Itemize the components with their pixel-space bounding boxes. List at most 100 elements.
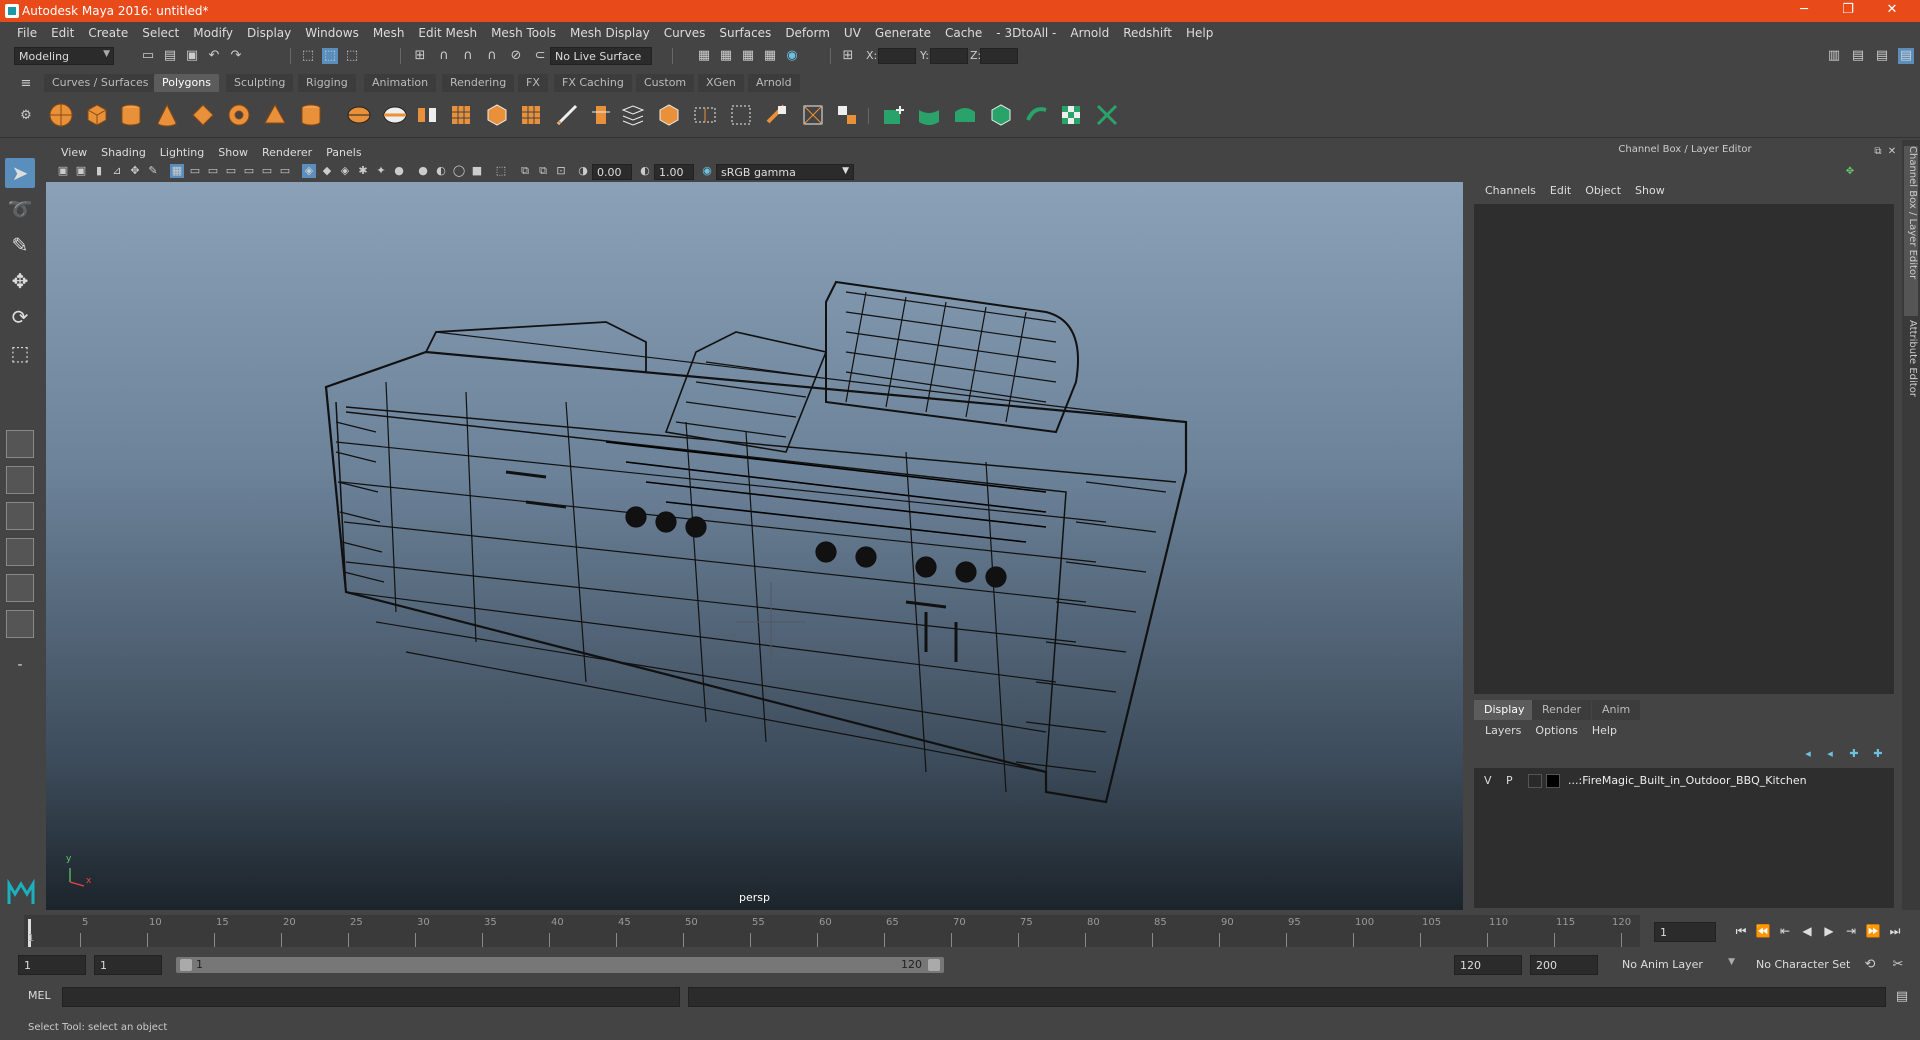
new-empty-layer-icon[interactable]: ✚ — [1846, 746, 1862, 762]
minimize-button[interactable]: ─ — [1782, 0, 1826, 22]
move-layer-up-icon[interactable]: ◂ — [1800, 746, 1816, 762]
playback-start-field[interactable]: 1 — [94, 955, 162, 975]
menu-help[interactable]: Help — [1179, 26, 1220, 40]
select-component-icon[interactable]: ⬚ — [344, 48, 360, 64]
snap-view-icon[interactable]: ∩ — [484, 48, 500, 64]
move-layer-down-icon[interactable]: ◂ — [1822, 746, 1838, 762]
poly-sphere-icon[interactable] — [48, 102, 74, 128]
hypershade-layout-icon[interactable] — [6, 610, 34, 638]
perspective-viewport[interactable]: y x persp — [46, 182, 1463, 910]
tab-animation[interactable]: Animation — [364, 74, 437, 92]
motion-blur-icon[interactable]: ◐ — [434, 164, 448, 178]
exposure-icon[interactable]: ◑ — [576, 164, 590, 178]
gate-mask-icon[interactable]: ▭ — [224, 164, 238, 178]
append-icon[interactable] — [692, 102, 718, 128]
menu-3dtoall[interactable]: - 3DtoAll - — [989, 26, 1063, 40]
color-space-dropdown[interactable]: sRGB gamma ▼ — [716, 164, 854, 180]
poly-cone-icon[interactable] — [154, 102, 180, 128]
menu-cache[interactable]: Cache — [938, 26, 989, 40]
character-set-dropdown[interactable]: No Character Set — [1752, 956, 1876, 974]
step-forward-key-icon[interactable]: ⇥ — [1842, 922, 1860, 940]
poly-plane-icon[interactable] — [190, 102, 216, 128]
grease-pencil-icon[interactable]: ✎ — [146, 164, 160, 178]
range-slider[interactable]: 1 120 — [176, 957, 944, 973]
menu-generate[interactable]: Generate — [868, 26, 938, 40]
safe-title-icon[interactable]: ▭ — [278, 164, 292, 178]
graph-layout-icon[interactable] — [6, 574, 34, 602]
layer-menu-help[interactable]: Help — [1585, 724, 1624, 742]
film-gate-icon[interactable]: ▭ — [188, 164, 202, 178]
channel-box-menu-edit[interactable]: Edit — [1543, 184, 1578, 202]
move-tool-icon[interactable]: ✥ — [5, 266, 35, 296]
close-panel-icon[interactable]: ✕ — [1884, 144, 1900, 160]
collapse-icon[interactable] — [834, 102, 860, 128]
menu-edit[interactable]: Edit — [44, 26, 81, 40]
auto-key-icon[interactable]: ⟲ — [1862, 957, 1878, 973]
menu-windows[interactable]: Windows — [298, 26, 366, 40]
single-pane-layout-icon[interactable] — [6, 430, 34, 458]
step-back-icon[interactable]: ⏪ — [1754, 922, 1772, 940]
anim-layer-dropdown[interactable]: No Anim Layer ▼ — [1618, 956, 1738, 974]
boolean-icon[interactable] — [518, 102, 544, 128]
tab-arnold[interactable]: Arnold — [748, 74, 800, 92]
save-scene-icon[interactable]: ▣ — [184, 48, 200, 64]
menu-mesh-display[interactable]: Mesh Display — [563, 26, 657, 40]
tab-sculpting[interactable]: Sculpting — [226, 74, 294, 92]
magnet-icon[interactable]: ⊂ — [532, 48, 548, 64]
grid-icon[interactable]: ▦ — [170, 164, 184, 178]
wireframe-on-shaded-icon[interactable]: ◈ — [338, 164, 352, 178]
extrude-icon[interactable] — [588, 102, 614, 128]
image-plane-icon[interactable]: ⊿ — [110, 164, 124, 178]
extract-icon[interactable] — [414, 102, 440, 128]
command-language-label[interactable]: MEL — [28, 989, 51, 1002]
viewport-menu-panels[interactable]: Panels — [319, 146, 368, 159]
channel-box-menu-channels[interactable]: Channels — [1478, 184, 1543, 202]
new-scene-icon[interactable]: ▭ — [140, 48, 156, 64]
script-editor-icon[interactable]: ▤ — [1894, 989, 1910, 1005]
bookmark-icon[interactable]: ▮ — [92, 164, 106, 178]
command-input[interactable] — [62, 987, 680, 1007]
tab-render[interactable]: Render — [1532, 700, 1592, 720]
shadows-icon[interactable]: ● — [392, 164, 406, 178]
channel-box-icon[interactable]: ▤ — [1898, 48, 1914, 64]
redo-icon[interactable]: ↷ — [228, 48, 244, 64]
play-backwards-icon[interactable]: ◀ — [1798, 922, 1816, 940]
lasso-tool-icon[interactable]: ➰ — [5, 194, 35, 224]
anti-aliasing-icon[interactable]: ◯ — [452, 164, 466, 178]
depth-of-field-icon[interactable]: ■ — [470, 164, 484, 178]
select-object-icon[interactable]: ⬚ — [322, 48, 338, 64]
render-view-icon[interactable]: ▦ — [696, 48, 712, 64]
manipulator-icon[interactable]: ✥ — [1842, 164, 1858, 180]
scale-tool-icon[interactable]: ⬚ — [5, 338, 35, 368]
combine-icon[interactable] — [346, 102, 372, 128]
gamma-field[interactable]: 1.00 — [654, 164, 694, 180]
menu-modify[interactable]: Modify — [186, 26, 240, 40]
viewport-menu-renderer[interactable]: Renderer — [255, 146, 319, 159]
outliner-layout-icon[interactable] — [6, 538, 34, 566]
field-chart-icon[interactable]: ▭ — [242, 164, 256, 178]
current-frame-field[interactable]: 1 — [1654, 922, 1716, 942]
y-field[interactable] — [930, 48, 968, 64]
four-pane-layout-icon[interactable] — [6, 466, 34, 494]
ipr-render-icon[interactable]: ▦ — [740, 48, 756, 64]
time-slider[interactable]: 1 5 10 15 20 25 30 35 40 45 50 55 60 65 … — [24, 915, 1640, 947]
uv-planar-icon[interactable] — [880, 102, 906, 128]
tab-anim[interactable]: Anim — [1592, 700, 1641, 720]
render-frame-icon[interactable]: ▦ — [718, 48, 734, 64]
render-settings-icon[interactable]: ▦ — [762, 48, 778, 64]
animation-preferences-icon[interactable]: ✂ — [1890, 957, 1906, 973]
poly-cylinder-icon[interactable] — [118, 102, 144, 128]
range-end-handle[interactable] — [928, 959, 940, 971]
tab-polygons[interactable]: Polygons — [154, 74, 219, 92]
z-field[interactable] — [980, 48, 1018, 64]
snap-grid-icon[interactable]: ⊞ — [412, 48, 428, 64]
start-time-field[interactable]: 1 — [18, 955, 86, 975]
reduce-icon[interactable] — [484, 102, 510, 128]
uv-cut-sew-icon[interactable] — [1094, 102, 1120, 128]
menu-display[interactable]: Display — [240, 26, 298, 40]
bevel-icon[interactable] — [656, 102, 682, 128]
go-to-start-icon[interactable]: ⏮ — [1732, 922, 1750, 940]
tab-fx[interactable]: FX — [518, 74, 548, 92]
tab-rigging[interactable]: Rigging — [298, 74, 356, 92]
undo-icon[interactable]: ↶ — [206, 48, 222, 64]
